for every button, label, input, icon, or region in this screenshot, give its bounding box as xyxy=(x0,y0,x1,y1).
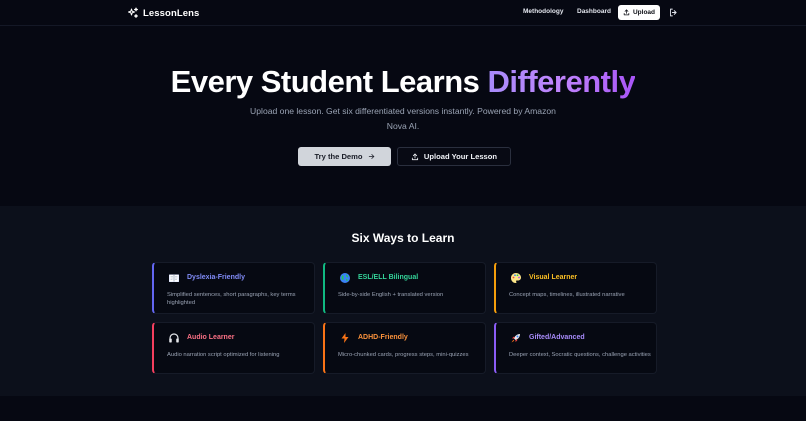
card-title: Dyslexia-Friendly xyxy=(187,274,245,281)
sparkles-icon xyxy=(128,7,138,18)
nav-link-methodology[interactable]: Methodology xyxy=(523,8,563,15)
section-title: Six Ways to Learn xyxy=(351,231,455,245)
features-section: Six Ways to Learn Dyslexia-Friendly Simp… xyxy=(0,206,806,396)
brand-logo[interactable]: LessonLens xyxy=(127,6,199,20)
card-title: Audio Learner xyxy=(187,334,235,341)
book-icon xyxy=(168,272,180,284)
card-visual-learner[interactable]: Visual Learner Concept maps, timelines, … xyxy=(494,262,657,314)
logout-icon[interactable] xyxy=(669,8,678,17)
card-audio-learner[interactable]: Audio Learner Audio narration script opt… xyxy=(152,322,315,374)
upload-icon xyxy=(623,9,630,16)
upload-lesson-label: Upload Your Lesson xyxy=(423,152,498,161)
hero-title-main: Every Student Learns xyxy=(170,64,488,99)
hero-title: Every Student Learns Differently xyxy=(0,64,806,100)
upload-icon xyxy=(411,153,418,160)
brand-name: LessonLens xyxy=(143,7,200,19)
upload-lesson-button[interactable]: Upload Your Lesson xyxy=(397,147,511,166)
upload-button-label: Upload xyxy=(632,9,656,16)
card-dyslexia-friendly[interactable]: Dyslexia-Friendly Simplified sentences, … xyxy=(152,262,315,314)
palette-icon xyxy=(510,272,522,284)
globe-icon xyxy=(339,272,351,284)
card-title: Visual Learner xyxy=(529,274,578,281)
upload-button[interactable]: Upload xyxy=(618,5,660,20)
card-description: Micro-chunked cards, progress steps, min… xyxy=(338,352,469,358)
card-adhd-friendly[interactable]: ADHD-Friendly Micro-chunked cards, progr… xyxy=(323,322,486,374)
card-title: Gifted/Advanced xyxy=(529,334,585,341)
headphones-icon xyxy=(168,332,180,344)
card-title: ESL/ELL Bilingual xyxy=(358,274,419,281)
lightning-icon xyxy=(339,332,351,344)
hero-subtitle: Upload one lesson. Get six differentiate… xyxy=(250,106,556,131)
card-esl-bilingual[interactable]: ESL/ELL Bilingual Side-by-side English +… xyxy=(323,262,486,314)
card-description: Side-by-side English + translated versio… xyxy=(338,292,444,298)
card-title: ADHD-Friendly xyxy=(358,334,408,341)
top-navbar: LessonLens Methodology Dashboard Upload xyxy=(0,0,806,26)
card-description: Audio narration script optimized for lis… xyxy=(167,352,280,358)
rocket-icon xyxy=(510,332,522,344)
hero-title-accent: Differently xyxy=(487,64,636,99)
nav-link-dashboard[interactable]: Dashboard xyxy=(577,8,611,15)
try-demo-label: Try the Demo xyxy=(314,152,363,161)
try-demo-button[interactable]: Try the Demo xyxy=(298,147,391,166)
card-description: Deeper context, Socratic questions, chal… xyxy=(509,352,651,358)
card-description: Simplified sentences, short paragraphs, … xyxy=(167,292,296,306)
card-description: Concept maps, timelines, illustrated nar… xyxy=(509,292,625,298)
arrow-right-icon xyxy=(368,154,374,159)
card-gifted-advanced[interactable]: Gifted/Advanced Deeper context, Socratic… xyxy=(494,322,657,374)
